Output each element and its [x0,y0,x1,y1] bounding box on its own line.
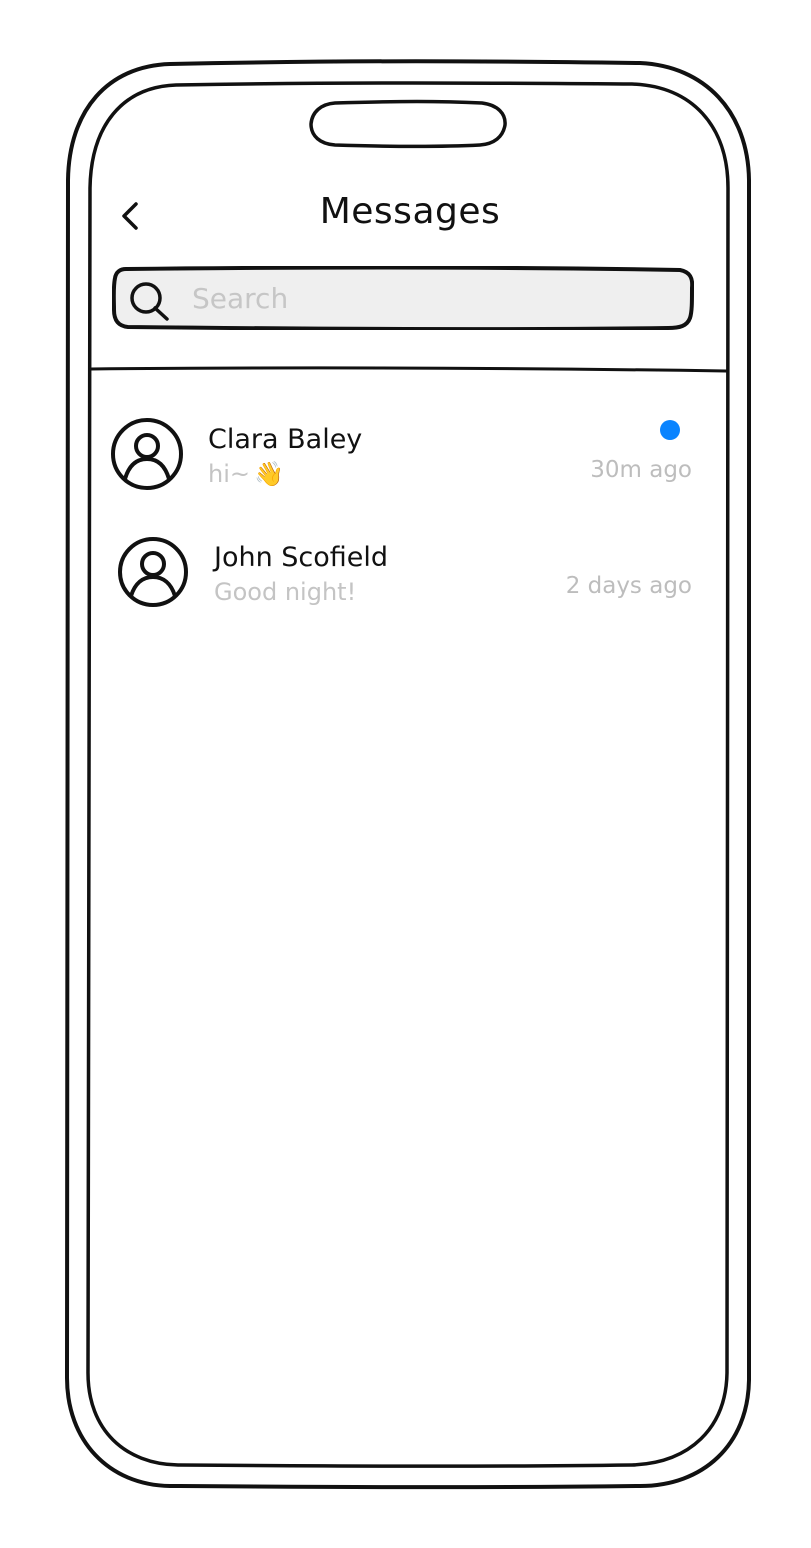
contact-name: Clara Baley [208,424,363,455]
search-bar[interactable] [112,266,694,330]
conversation-item-john-scofield[interactable]: John Scofield Good night! 2 days ago [100,530,710,630]
conversation-item-clara-baley[interactable]: Clara Baley hi~ 👋 30m ago [100,410,710,510]
message-timestamp: 2 days ago [565,573,692,599]
user-avatar-icon [118,537,188,607]
unread-indicator [660,420,680,440]
chevron-left-icon [122,202,138,230]
back-button[interactable] [108,192,152,240]
page-title: Messages [319,191,501,232]
message-preview-text: hi~ [208,460,250,488]
contact-name: John Scofield [214,542,389,573]
header-divider [89,366,728,373]
waving-hand-emoji: 👋 [254,460,284,488]
user-avatar-icon [111,418,183,490]
search-icon [130,282,169,321]
phone-notch [309,99,507,149]
message-preview: Good night! [214,578,357,606]
search-input[interactable] [192,276,672,320]
message-timestamp: 30m ago [590,457,692,483]
message-preview: hi~ 👋 [208,458,284,490]
